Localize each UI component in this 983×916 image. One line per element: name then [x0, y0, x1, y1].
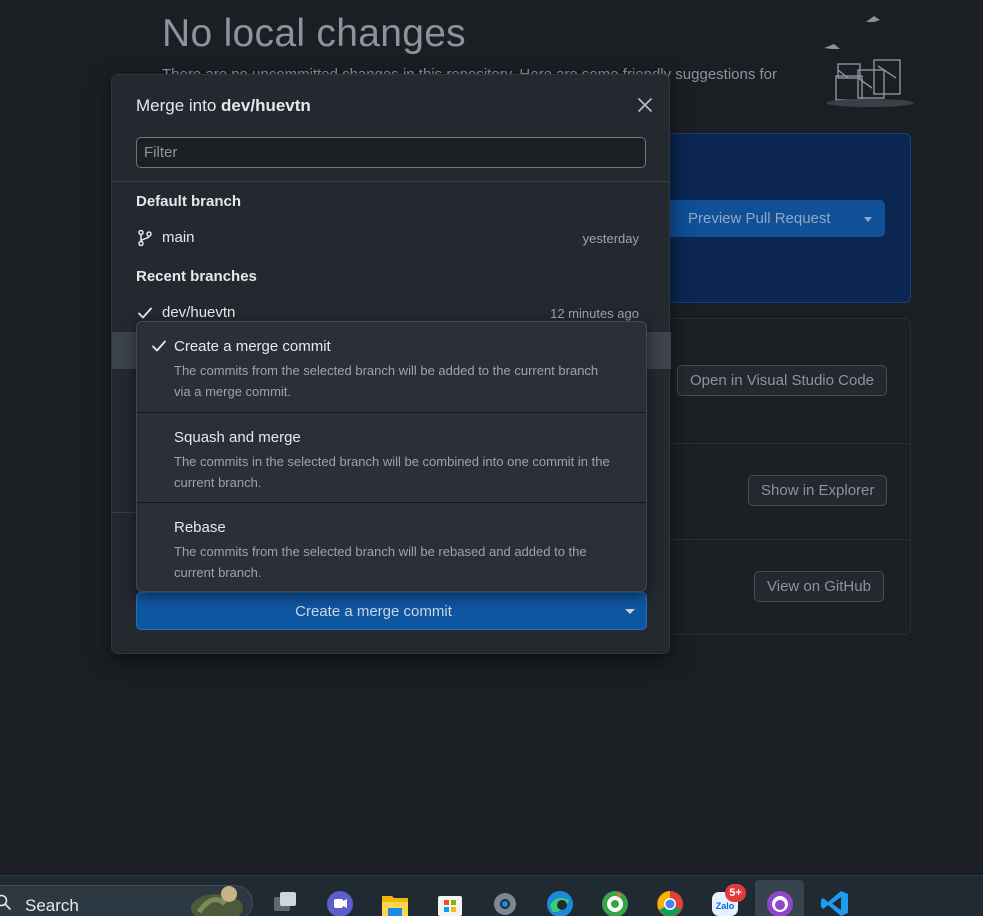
- branch-row-main[interactable]: main yesterday: [112, 221, 669, 255]
- taskbar: Search Zalo: [0, 875, 983, 916]
- divider: [112, 512, 136, 513]
- menu-item-title: Squash and merge: [174, 429, 301, 446]
- page-title: No local changes: [162, 12, 466, 55]
- search-highlight-image: [191, 886, 243, 916]
- recent-branches-header: Recent branches: [136, 268, 257, 285]
- menu-item-rebase[interactable]: Rebase The commits from the selected bra…: [137, 502, 646, 591]
- git-branch-icon: [138, 229, 152, 247]
- coccoc-icon[interactable]: [600, 888, 630, 916]
- notification-badge: 5+: [725, 884, 746, 902]
- menu-item-merge-commit[interactable]: Create a merge commit The commits from t…: [137, 322, 646, 412]
- preview-pull-request-label: Preview Pull Request: [688, 210, 831, 227]
- branch-time: yesterday: [582, 231, 639, 246]
- filter-input[interactable]: [136, 137, 646, 168]
- task-view-icon[interactable]: [270, 888, 300, 916]
- edge-icon[interactable]: [545, 888, 575, 916]
- divider: [112, 181, 669, 182]
- check-icon: [152, 340, 166, 352]
- teams-icon[interactable]: [325, 888, 355, 916]
- merge-button-label: Create a merge commit: [295, 603, 452, 620]
- dialog-title-branch: dev/huevtn: [221, 96, 311, 115]
- menu-item-title: Rebase: [174, 519, 226, 536]
- default-branch-header: Default branch: [136, 193, 242, 210]
- dialog-title: Merge into dev/huevtn: [136, 96, 311, 116]
- branch-name: main: [162, 229, 195, 246]
- search-icon: [0, 894, 11, 910]
- open-vscode-button[interactable]: Open in Visual Studio Code: [677, 365, 888, 396]
- chevron-down-icon[interactable]: [625, 609, 635, 614]
- create-merge-commit-button[interactable]: Create a merge commit: [136, 592, 647, 630]
- file-explorer-icon[interactable]: [380, 888, 410, 916]
- settings-icon[interactable]: [490, 888, 520, 916]
- dialog-title-prefix: Merge into: [136, 96, 222, 115]
- vscode-icon[interactable]: [820, 888, 850, 916]
- chevron-down-icon[interactable]: [864, 217, 872, 222]
- github-desktop-icon[interactable]: [765, 888, 795, 916]
- microsoft-store-icon[interactable]: [435, 888, 465, 916]
- view-on-github-button[interactable]: View on GitHub: [754, 571, 884, 602]
- taskbar-search[interactable]: Search: [0, 885, 253, 916]
- menu-item-description: The commits in the selected branch will …: [174, 454, 610, 490]
- menu-item-squash-merge[interactable]: Squash and merge The commits in the sele…: [137, 412, 646, 502]
- chrome-icon[interactable]: [655, 888, 685, 916]
- check-icon: [138, 307, 152, 319]
- close-icon[interactable]: [635, 95, 655, 115]
- search-label: Search: [25, 896, 79, 915]
- branch-name: dev/huevtn: [162, 304, 236, 321]
- divider: [670, 539, 910, 540]
- show-in-explorer-button[interactable]: Show in Explorer: [748, 475, 888, 506]
- merge-strategy-menu: Create a merge commit The commits from t…: [136, 321, 647, 592]
- menu-item-description: The commits from the selected branch wil…: [174, 544, 587, 580]
- empty-state-illustration: [824, 16, 914, 107]
- branch-time: 12 minutes ago: [550, 306, 639, 321]
- menu-item-title: Create a merge commit: [174, 338, 331, 355]
- divider: [670, 443, 910, 444]
- menu-item-description: The commits from the selected branch wil…: [174, 363, 599, 399]
- svg-text:Zalo: Zalo: [716, 901, 735, 911]
- preview-pull-request-button[interactable]: Preview Pull Request: [670, 200, 885, 237]
